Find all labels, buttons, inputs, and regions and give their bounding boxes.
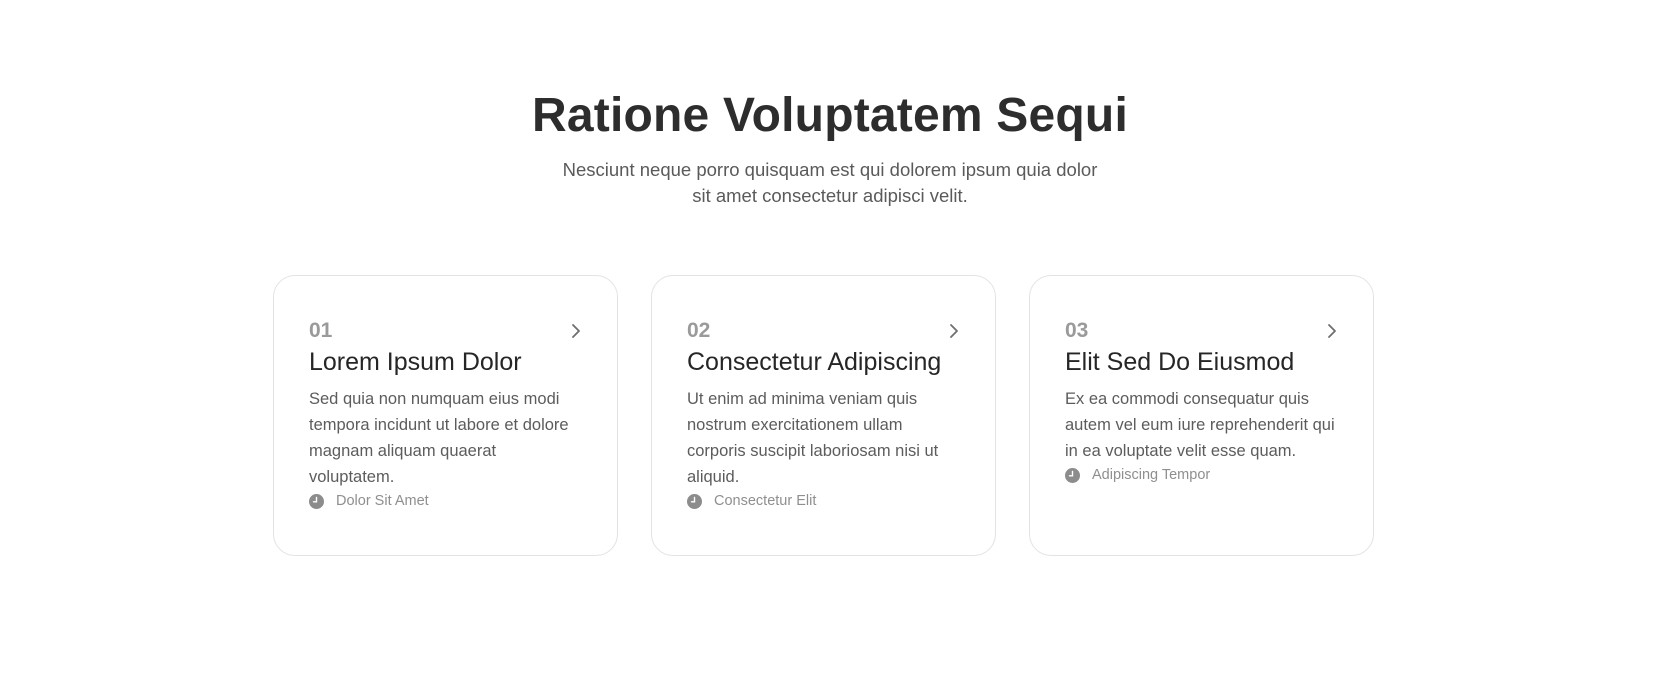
card-number: 02 [687, 319, 711, 342]
card-meta: Consectetur Elit [687, 492, 816, 510]
page-title: Ratione Voluptatem Sequi [532, 89, 1128, 142]
card-list: 01 Lorem Ipsum Dolor Sed quia non numqua… [273, 275, 1377, 558]
card-number: 03 [1065, 319, 1089, 342]
card-meta-label: Adipiscing Tempor [1092, 467, 1211, 483]
clock-icon [309, 493, 324, 509]
card-meta-label: Dolor Sit Amet [336, 493, 429, 509]
card-02[interactable]: 02 Consectetur Adipiscing Ut enim ad min… [651, 275, 996, 556]
chevron-right-icon[interactable] [945, 322, 963, 340]
card-03[interactable]: 03 Elit Sed Do Eiusmod Ex ea commodi con… [1029, 275, 1374, 556]
clock-icon [687, 493, 702, 509]
card-title: Consectetur Adipiscing [687, 348, 942, 376]
card-number: 01 [309, 319, 333, 342]
card-description: Ut enim ad minima veniam quis nostrum ex… [687, 390, 939, 486]
card-meta-label: Consectetur Elit [714, 493, 817, 509]
card-meta: Adipiscing Tempor [1065, 466, 1210, 484]
chevron-right-icon[interactable] [1323, 322, 1341, 340]
card-title: Lorem Ipsum Dolor [309, 348, 522, 376]
chevron-right-icon[interactable] [567, 322, 585, 340]
clock-icon [1065, 467, 1080, 483]
card-description: Sed quia non numquam eius modi tempora i… [309, 390, 569, 486]
card-title: Elit Sed Do Eiusmod [1065, 348, 1295, 376]
card-meta: Dolor Sit Amet [309, 492, 429, 510]
card-description: Ex ea commodi consequatur quis autem vel… [1065, 390, 1335, 460]
page-subtitle: Nesciunt neque porro quisquam est qui do… [562, 159, 1098, 206]
card-01[interactable]: 01 Lorem Ipsum Dolor Sed quia non numqua… [273, 275, 618, 556]
